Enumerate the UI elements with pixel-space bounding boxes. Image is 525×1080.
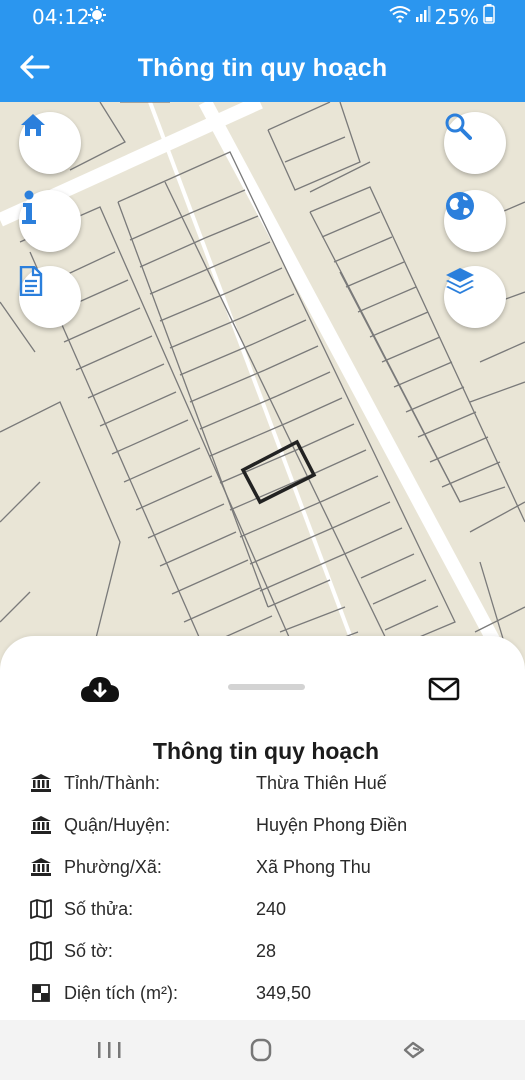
map-view[interactable] bbox=[0, 102, 525, 662]
info-row-area: Diện tích (m²): 349,50 bbox=[30, 980, 500, 1010]
battery-icon bbox=[483, 4, 495, 29]
signal-icon bbox=[415, 5, 431, 28]
row-value: Thừa Thiên Huế bbox=[256, 773, 387, 793]
download-button[interactable] bbox=[80, 674, 120, 704]
recents-icon bbox=[98, 1042, 121, 1058]
info-icon bbox=[22, 190, 36, 224]
recents-button[interactable] bbox=[90, 1036, 130, 1064]
row-label: Số tờ: bbox=[64, 941, 113, 961]
row-value: 28 bbox=[256, 941, 277, 961]
row-label: Diện tích (m²): bbox=[64, 983, 179, 1003]
globe-icon bbox=[446, 192, 474, 220]
layers-icon bbox=[446, 268, 474, 294]
status-time: 04:12 bbox=[32, 5, 90, 29]
row-value: 240 bbox=[256, 899, 287, 919]
bank-icon bbox=[31, 858, 51, 876]
row-label: Quận/Huyện: bbox=[64, 815, 171, 835]
document-icon bbox=[19, 266, 43, 296]
home-button[interactable] bbox=[19, 112, 81, 174]
brightness-icon bbox=[88, 6, 106, 29]
home-nav-button[interactable] bbox=[241, 1036, 281, 1064]
row-label: Tỉnh/Thành: bbox=[64, 773, 161, 793]
status-bar: 04:12 25% bbox=[0, 0, 525, 32]
system-nav-bar bbox=[0, 1020, 525, 1080]
search-button[interactable] bbox=[444, 112, 506, 174]
map-icon bbox=[30, 899, 52, 919]
layers-button[interactable] bbox=[444, 266, 506, 328]
mail-button[interactable] bbox=[428, 676, 460, 702]
bank-icon bbox=[31, 816, 51, 834]
page-title: Thông tin quy hoạch bbox=[137, 54, 388, 82]
info-row-province: Tỉnh/Thành: Thừa Thiên Huế bbox=[30, 770, 500, 800]
bank-icon bbox=[31, 774, 51, 792]
document-button[interactable] bbox=[19, 266, 81, 328]
sheet-title: Thông tin quy hoạch bbox=[152, 738, 380, 764]
area-icon bbox=[32, 984, 50, 1002]
info-sheet: Thông tin quy hoạch Tỉnh/Thành: Thừa Thi… bbox=[0, 636, 525, 1020]
home-icon bbox=[21, 114, 45, 136]
battery-percent: 25% bbox=[434, 4, 479, 29]
search-icon bbox=[445, 113, 472, 140]
info-row-sheet-number: Số tờ: 28 bbox=[30, 938, 500, 968]
parcel-map bbox=[0, 102, 525, 662]
info-button[interactable] bbox=[19, 190, 81, 252]
back-nav-icon bbox=[403, 1041, 425, 1059]
home-circle-icon bbox=[250, 1038, 272, 1062]
app-bar: Thông tin quy hoạch bbox=[0, 32, 525, 102]
row-value: 349,50 bbox=[256, 983, 312, 1003]
map-icon bbox=[30, 941, 52, 961]
mail-icon bbox=[428, 677, 460, 701]
info-row-ward: Phường/Xã: Xã Phong Thu bbox=[30, 854, 500, 884]
row-value: Xã Phong Thu bbox=[256, 857, 371, 877]
drag-handle[interactable] bbox=[228, 684, 305, 690]
row-value: Huyện Phong Điền bbox=[256, 815, 408, 835]
row-label: Phường/Xã: bbox=[64, 857, 162, 877]
info-row-parcel-number: Số thửa: 240 bbox=[30, 896, 500, 926]
wifi-icon bbox=[388, 5, 411, 28]
cloud-download-icon bbox=[81, 677, 119, 702]
status-indicators: 25% bbox=[388, 4, 495, 29]
row-label: Số thửa: bbox=[64, 899, 134, 919]
globe-button[interactable] bbox=[444, 190, 506, 252]
back-nav-button[interactable] bbox=[393, 1036, 433, 1064]
info-row-district: Quận/Huyện: Huyện Phong Điền bbox=[30, 812, 500, 842]
